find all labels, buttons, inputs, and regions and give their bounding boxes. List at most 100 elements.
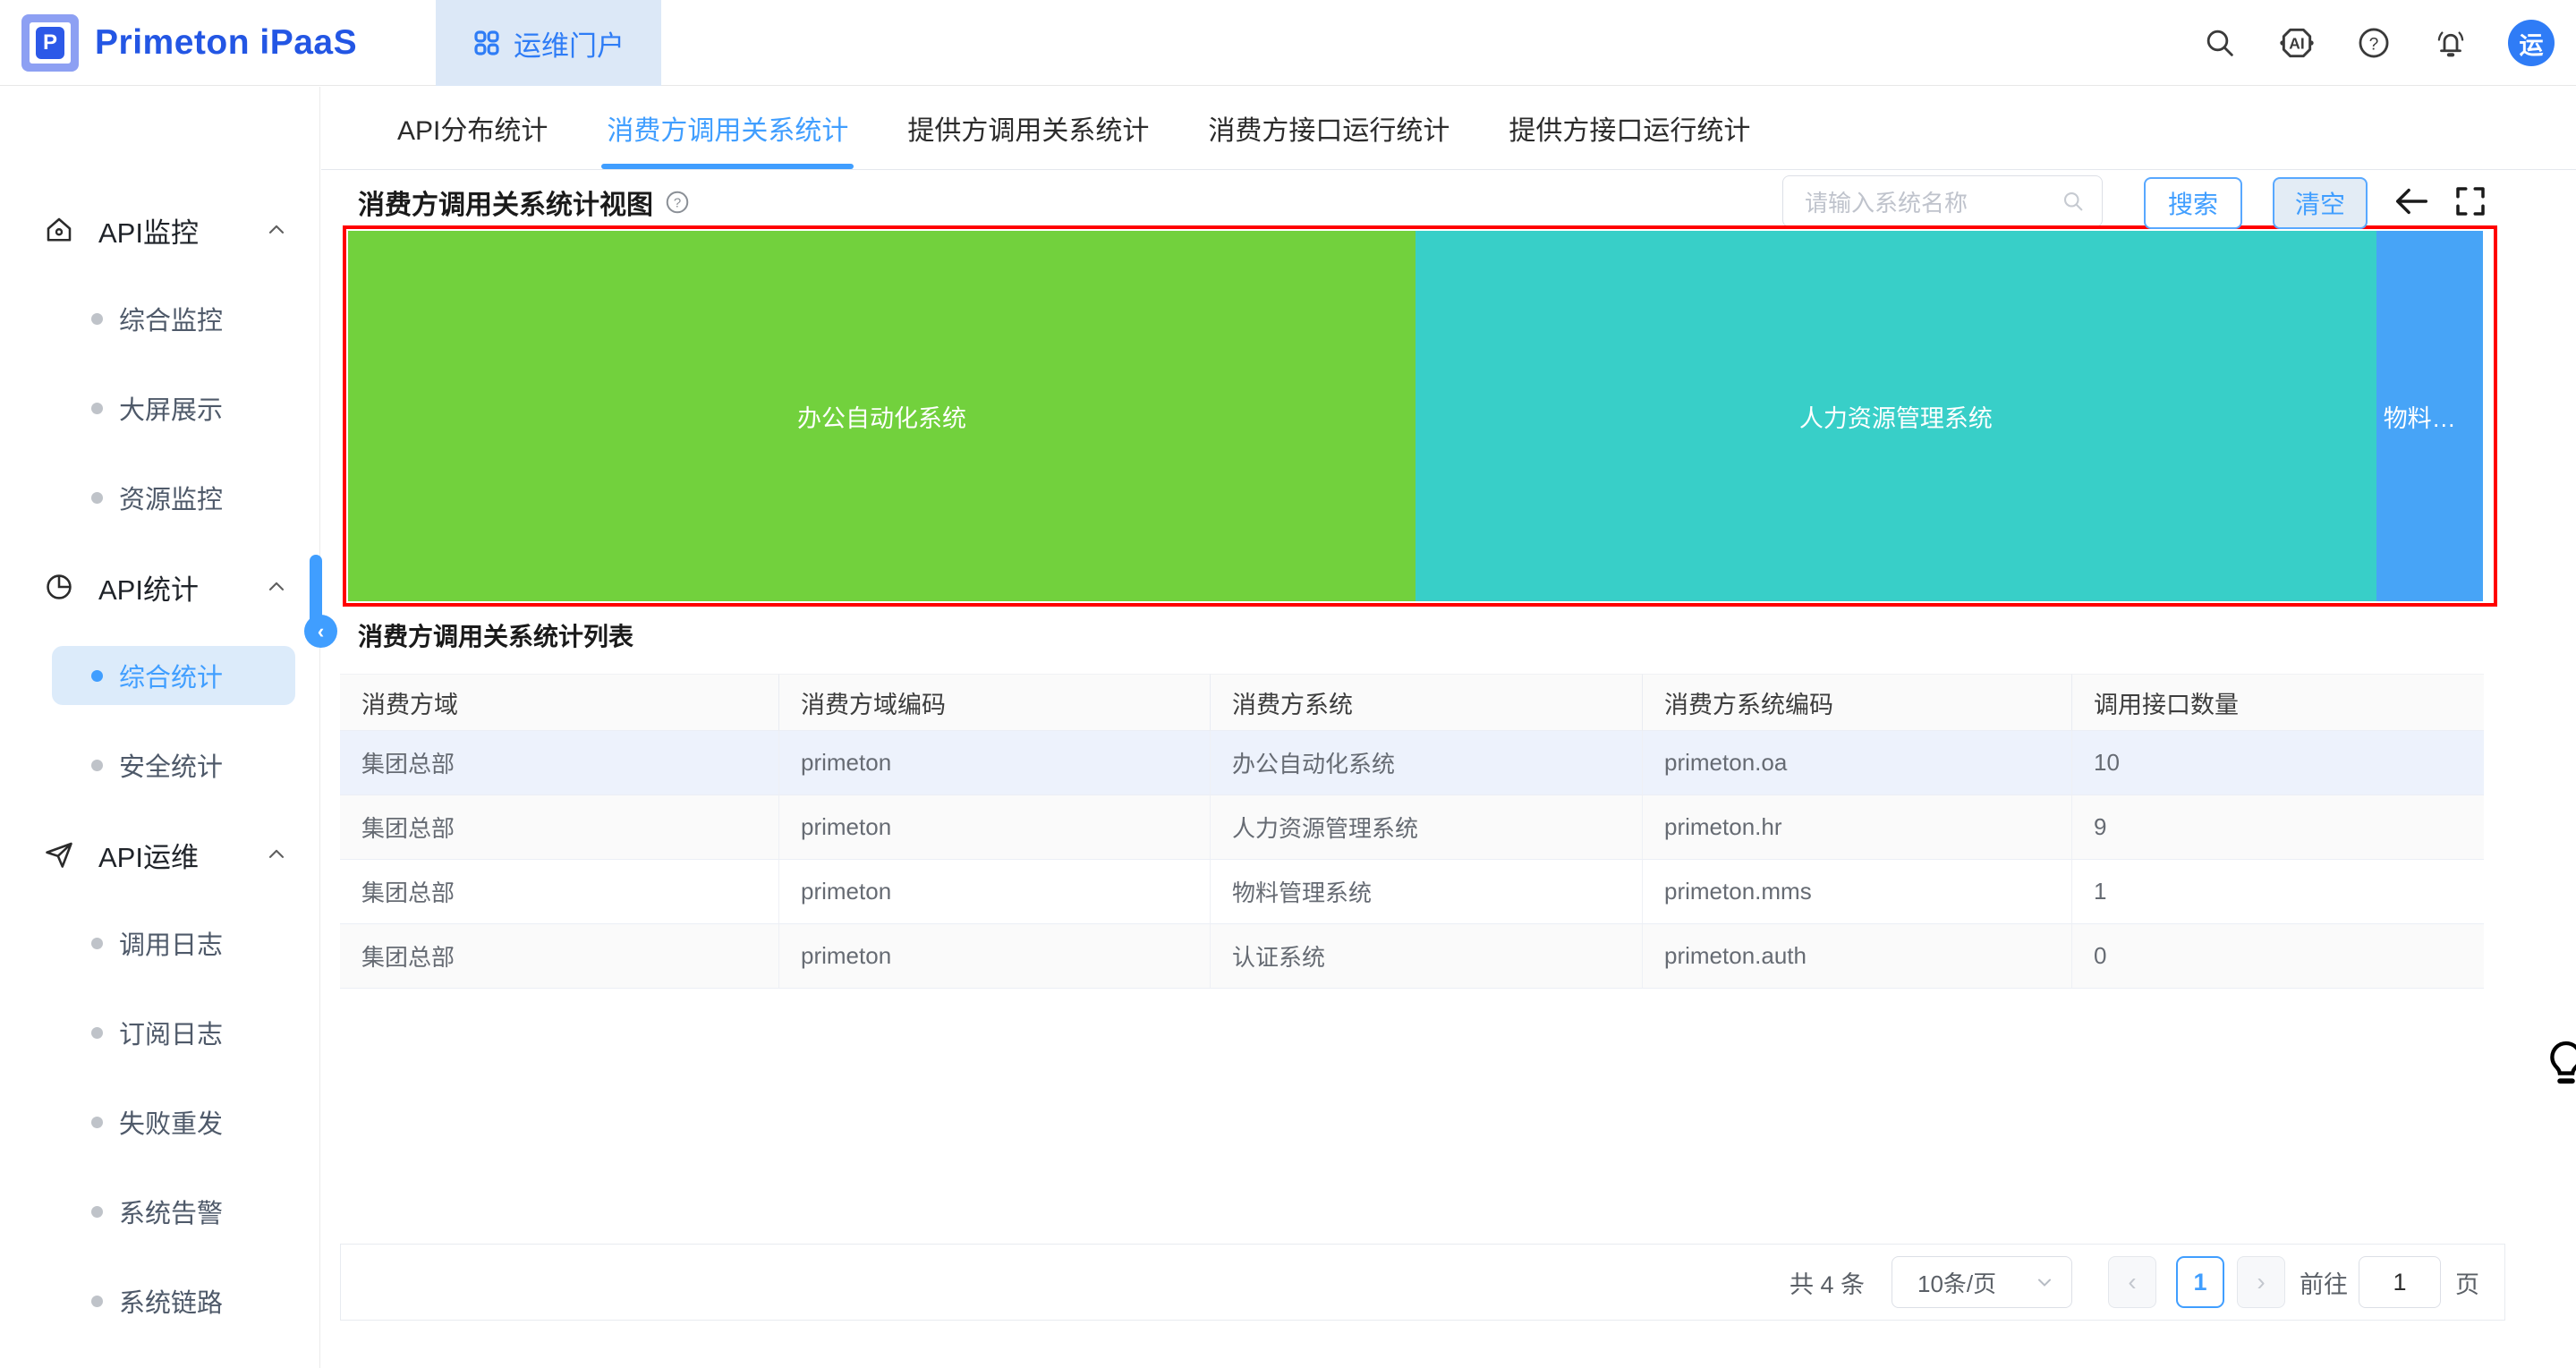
tab-3[interactable]: 消费方接口运行统计 [1208, 86, 1450, 169]
tab-4[interactable]: 提供方接口运行统计 [1509, 86, 1750, 169]
goto-page-input[interactable] [2359, 1256, 2441, 1308]
sidebar-item-1-1[interactable]: 安全统计 [0, 720, 319, 810]
table-cell: 集团总部 [340, 860, 779, 924]
bullet-icon [91, 1296, 103, 1307]
treemap-block-2[interactable]: 物料管... [2376, 231, 2483, 601]
table-cell: 集团总部 [340, 924, 779, 989]
search-icon[interactable] [2200, 23, 2240, 63]
table-cell: 10 [2072, 731, 2484, 795]
chevron-up-icon [264, 842, 289, 867]
title-help-icon[interactable]: ? [664, 189, 691, 216]
treemap-block-label: 人力资源管理系统 [1792, 399, 2000, 434]
current-page-button[interactable]: 1 [2176, 1256, 2224, 1308]
consumer-relation-treemap: 办公自动化系统 人力资源管理系统 物料管... [343, 225, 2497, 607]
notification-bell-icon[interactable] [2431, 23, 2470, 63]
sidebar-group-label: API运维 [98, 835, 199, 875]
table-cell: 物料管理系统 [1211, 860, 1643, 924]
prev-page-button[interactable]: ‹ [2108, 1256, 2156, 1308]
sidebar-item-2-1[interactable]: 订阅日志 [0, 988, 319, 1077]
ai-icon-label: AI [2289, 35, 2304, 53]
help-icon[interactable]: ? [2354, 23, 2393, 63]
sidebar-item-2-5[interactable]: 异常字典 [0, 1346, 319, 1368]
portal-tab-label: 运维门户 [514, 23, 625, 64]
table-cell: 办公自动化系统 [1211, 731, 1643, 795]
system-name-search-input[interactable]: 请输入系统名称 [1782, 175, 2103, 227]
search-button[interactable]: 搜索 [2144, 177, 2242, 229]
sidebar-item-2-3[interactable]: 系统告警 [0, 1167, 319, 1256]
table-cell: 9 [2072, 795, 2484, 860]
treemap-block-0[interactable]: 办公自动化系统 [348, 231, 1416, 601]
portal-tab[interactable]: 运维门户 [436, 0, 661, 86]
tab-2[interactable]: 提供方调用关系统计 [907, 86, 1149, 169]
sidebar-item-2-0[interactable]: 调用日志 [0, 898, 319, 988]
user-avatar[interactable]: 运 [2508, 20, 2555, 66]
table-cell: 集团总部 [340, 731, 779, 795]
chevron-up-icon [264, 217, 289, 242]
table-cell: 人力资源管理系统 [1211, 795, 1643, 860]
table-cell: primeton [779, 924, 1211, 989]
sidebar-collapse-button[interactable]: ‹ [304, 615, 337, 648]
sidebar-item-label: 系统链路 [119, 1282, 223, 1320]
list-title: 消费方调用关系统计列表 [358, 617, 633, 653]
column-header-2: 消费方系统 [1211, 674, 1643, 731]
tab-1[interactable]: 消费方调用关系统计 [607, 86, 848, 169]
sidebar-item-label: 大屏展示 [119, 389, 223, 427]
bullet-icon [91, 403, 103, 414]
next-page-button[interactable]: › [2237, 1256, 2285, 1308]
bullet-icon [91, 1027, 103, 1039]
sidebar-group-2[interactable]: API运维 [0, 828, 319, 881]
top-header: Primeton iPaaS 运维门户 [0, 0, 2576, 86]
bullet-icon [91, 1117, 103, 1128]
sidebar-item-label: 综合监控 [119, 300, 223, 337]
search-placeholder: 请输入系统名称 [1805, 185, 2061, 218]
ai-assistant-icon[interactable]: AI [2277, 23, 2317, 63]
home-icon [43, 214, 75, 246]
sidebar-item-label: 综合统计 [119, 657, 223, 694]
sidebar-item-0-2[interactable]: 资源监控 [0, 453, 319, 542]
fullscreen-button[interactable] [2450, 179, 2491, 224]
table-row-1[interactable]: 集团总部primeton人力资源管理系统primeton.hr9 [340, 795, 2484, 860]
page-size-select[interactable]: 10条/页 [1892, 1256, 2072, 1308]
table-row-0[interactable]: 集团总部primeton办公自动化系统primeton.oa10 [340, 731, 2484, 795]
page-unit-label: 页 [2455, 1265, 2479, 1300]
table-cell: primeton [779, 860, 1211, 924]
svg-text:?: ? [674, 196, 681, 211]
column-header-0: 消费方域 [340, 674, 779, 731]
sidebar-item-0-1[interactable]: 大屏展示 [0, 363, 319, 453]
back-arrow-button[interactable] [2391, 179, 2432, 224]
sidebar-item-2-2[interactable]: 失败重发 [0, 1077, 319, 1167]
pagination-bar: 共 4 条 10条/页 ‹ 1 › 前往 页 [340, 1244, 2505, 1321]
sidebar-group-0[interactable]: API监控 [0, 203, 319, 257]
app-logo: Primeton iPaaS [21, 14, 357, 72]
sidebar-item-label: 资源监控 [119, 479, 223, 516]
sidebar: API监控综合监控大屏展示资源监控 API统计综合统计安全统计 API运维调用日志订… [0, 87, 320, 1368]
sidebar-item-1-0[interactable]: 综合统计 [0, 631, 319, 720]
logo-icon [21, 14, 79, 72]
svg-text:?: ? [2369, 35, 2379, 54]
table-row-3[interactable]: 集团总部primeton认证系统primeton.auth0 [340, 924, 2484, 989]
goto-label: 前往 [2300, 1265, 2348, 1300]
bullet-icon [91, 938, 103, 949]
column-header-1: 消费方域编码 [779, 674, 1211, 731]
sidebar-item-0-0[interactable]: 综合监控 [0, 274, 319, 363]
sidebar-item-label: 安全统计 [119, 746, 223, 784]
sidebar-item-label: 失败重发 [119, 1103, 223, 1141]
sidebar-item-label: 调用日志 [119, 924, 223, 962]
bullet-icon [91, 670, 103, 682]
table-row-2[interactable]: 集团总部primeton物料管理系统primeton.mms1 [340, 860, 2484, 924]
bullet-icon [91, 760, 103, 771]
page-tabbar: API分布统计消费方调用关系统计提供方调用关系统计消费方接口运行统计提供方接口运… [321, 86, 2576, 170]
table-cell: 认证系统 [1211, 924, 1643, 989]
table-header-row: 消费方域消费方域编码消费方系统消费方系统编码调用接口数量 [340, 674, 2484, 731]
table-cell: 0 [2072, 924, 2484, 989]
clear-button[interactable]: 清空 [2273, 177, 2368, 229]
tab-0[interactable]: API分布统计 [397, 86, 548, 169]
sidebar-group-1[interactable]: API统计 [0, 560, 319, 614]
table-cell: 集团总部 [340, 795, 779, 860]
lightbulb-icon[interactable] [2543, 1036, 2576, 1101]
treemap-block-1[interactable]: 人力资源管理系统 [1416, 231, 2376, 601]
sidebar-item-2-4[interactable]: 系统链路 [0, 1256, 319, 1346]
app-screen: Primeton iPaaS 运维门户 [0, 0, 2576, 1368]
input-search-icon [2061, 189, 2086, 214]
treemap-block-label: 物料管... [2376, 399, 2483, 434]
